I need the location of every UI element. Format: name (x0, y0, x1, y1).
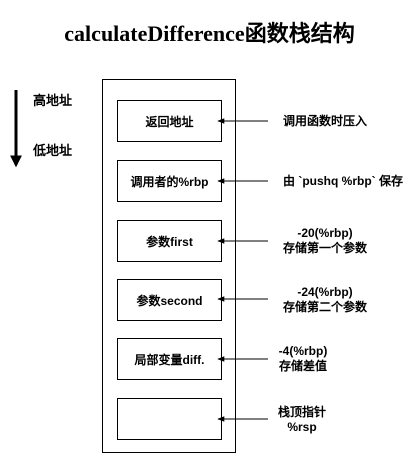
note-local-diff: -4(%rbp) 存储差值 (258, 344, 348, 374)
stack-cell-caller-rbp: 调用者的%rbp (117, 160, 222, 202)
note-line: -24(%rbp) (297, 285, 353, 299)
note-line: %rsp (287, 420, 317, 434)
low-address-label: 低地址 (33, 143, 73, 158)
note-line: 存储差值 (278, 359, 327, 373)
high-address-label: 高地址 (33, 93, 73, 108)
note-return-address: 调用函数时压入 (270, 114, 380, 129)
note-stack-pointer: 栈顶指针 %rsp (262, 405, 342, 435)
note-caller-rbp: 由 `pushq %rbp` 保存 (268, 174, 418, 189)
note-line: 由 `pushq %rbp` 保存 (283, 174, 403, 188)
stack-cell-param-second: 参数second (117, 279, 222, 321)
note-line: 存储第二个参数 (282, 300, 367, 314)
stack-cell-return-address: 返回地址 (117, 100, 222, 142)
note-line: 栈顶指针 (277, 405, 326, 419)
note-line: 存储第一个参数 (282, 241, 367, 255)
note-line: -4(%rbp) (278, 344, 328, 358)
note-param-second: -24(%rbp) 存储第二个参数 (270, 285, 380, 315)
stack-cell-local-diff: 局部变量diff. (117, 338, 222, 380)
note-param-first: -20(%rbp) 存储第一个参数 (270, 226, 380, 256)
note-line: 调用函数时压入 (282, 114, 367, 128)
stack-cell-param-first: 参数first (117, 220, 222, 262)
note-line: -20(%rbp) (297, 226, 353, 240)
stack-cell-top (117, 398, 222, 440)
